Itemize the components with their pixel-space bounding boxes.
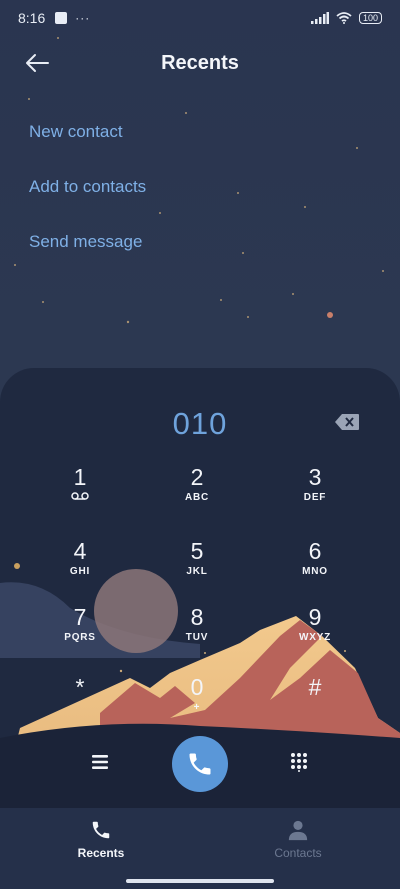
key-6[interactable]: 6 MNO	[270, 538, 360, 578]
nav-label-contacts: Contacts	[274, 846, 322, 860]
person-icon	[288, 820, 308, 841]
key-3[interactable]: 3 DEF	[270, 464, 360, 504]
phone-icon	[92, 821, 110, 839]
signal-icon	[310, 12, 329, 24]
wifi-icon	[336, 12, 352, 24]
send-message-link[interactable]: Send message	[29, 232, 142, 252]
hamburger-menu-icon[interactable]	[90, 753, 110, 771]
key-2[interactable]: 2 ABC	[152, 464, 242, 504]
key-5[interactable]: 5 JKL	[152, 538, 242, 578]
new-contact-link[interactable]: New contact	[29, 122, 123, 142]
add-to-contacts-link[interactable]: Add to contacts	[29, 177, 146, 197]
key-7[interactable]: 7 PQRS	[35, 604, 125, 644]
phone-icon	[189, 753, 211, 775]
dialpad-panel: 010 1 2 ABC 3 DEF 4 GHI 5 JKL 6 MNO 7 PQ…	[0, 368, 400, 808]
key-4[interactable]: 4 GHI	[35, 538, 125, 578]
page-title: Recents	[161, 52, 239, 74]
dialer-actions	[0, 728, 400, 798]
key-9[interactable]: 9 WXYZ	[270, 604, 360, 644]
key-0[interactable]: 0 +	[152, 674, 242, 714]
backspace-icon[interactable]	[334, 413, 360, 431]
nav-tab-recents[interactable]: Recents	[41, 818, 161, 860]
voicemail-icon	[71, 492, 89, 500]
nav-label-recents: Recents	[77, 846, 125, 860]
battery-icon: 100	[358, 12, 382, 24]
key-hash[interactable]: #	[270, 674, 360, 714]
bottom-nav: Recents Contacts	[0, 808, 400, 889]
call-button[interactable]	[172, 736, 228, 792]
dialpad-icon[interactable]	[290, 752, 308, 772]
app-header: Recents	[0, 44, 400, 84]
status-bar: 8:16 ··· 100	[0, 0, 400, 36]
more-notifications-icon: ···	[75, 11, 91, 25]
notification-icon	[55, 12, 68, 24]
key-8[interactable]: 8 TUV	[152, 604, 242, 644]
key-1[interactable]: 1	[35, 464, 125, 504]
status-time: 8:16	[18, 10, 46, 26]
key-star[interactable]: *	[35, 674, 125, 714]
home-indicator[interactable]	[126, 879, 274, 883]
nav-tab-contacts[interactable]: Contacts	[238, 818, 358, 860]
